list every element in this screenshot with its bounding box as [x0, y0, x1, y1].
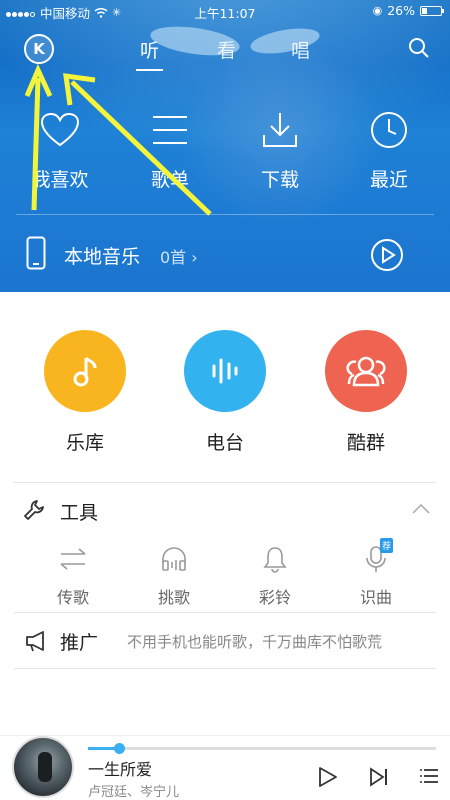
bell-icon — [263, 547, 287, 573]
kugou-logo-button[interactable]: K — [24, 34, 54, 64]
lock-rotation-icon: ◉ — [372, 4, 383, 17]
play-circle-icon[interactable] — [370, 238, 404, 272]
header-divider — [16, 214, 434, 215]
tab-listen[interactable]: 听 — [135, 36, 164, 71]
radio-wave-icon — [212, 358, 238, 384]
tool-ringtone[interactable]: 彩铃 — [235, 544, 315, 608]
heart-icon — [40, 112, 80, 147]
quick-label: 下载 — [260, 169, 299, 191]
tool-pick-songs[interactable]: 挑歌 — [134, 544, 214, 608]
top-nav: K 听 看 唱 — [0, 30, 450, 71]
mini-player[interactable]: 一生所爱 卢冠廷、岑宁儿 — [0, 735, 450, 800]
progress-handle[interactable] — [114, 743, 126, 754]
tools-title: 工具 — [60, 502, 99, 524]
promo-title: 推广 — [60, 632, 99, 654]
tool-label: 识曲 — [359, 588, 392, 607]
category-row: 乐库 电台 酷群 — [0, 330, 450, 460]
tool-transfer[interactable]: 传歌 — [33, 544, 113, 608]
section-divider — [14, 668, 436, 669]
phone-icon — [26, 236, 46, 270]
local-music-count: 0首 › — [160, 248, 198, 267]
search-icon[interactable] — [408, 37, 430, 59]
chevron-up-icon[interactable] — [412, 504, 430, 514]
next-track-icon[interactable] — [369, 766, 389, 788]
category-library[interactable]: 乐库 — [30, 330, 140, 455]
tool-label: 彩铃 — [258, 588, 291, 607]
quick-favorites[interactable]: 我喜欢 — [20, 105, 100, 192]
tab-sing[interactable]: 唱 — [291, 36, 310, 63]
section-divider — [14, 612, 436, 613]
tool-identify[interactable]: 荐 识曲 — [336, 538, 416, 608]
group-icon — [346, 356, 386, 387]
quick-downloads[interactable]: 下载 — [240, 105, 320, 192]
tools-header[interactable]: 工具 — [0, 494, 450, 530]
play-icon[interactable] — [318, 766, 338, 788]
tool-label: 传歌 — [56, 588, 89, 607]
quick-recent[interactable]: 最近 — [349, 105, 429, 192]
progress-bar[interactable] — [88, 743, 436, 754]
battery-percent: 26% — [387, 3, 415, 18]
headphones-icon — [162, 547, 186, 571]
tab-watch[interactable]: 看 — [217, 36, 236, 63]
category-radio[interactable]: 电台 — [170, 330, 280, 455]
list-icon — [153, 116, 187, 144]
clock-icon — [371, 112, 407, 148]
transfer-icon — [60, 548, 86, 570]
music-note-icon — [73, 356, 97, 387]
status-bar: 中国移动 ✳ 上午11:07 ◉ 26% — [0, 0, 450, 22]
header-banner: 中国移动 ✳ 上午11:07 ◉ 26% K 听 看 唱 我喜欢 歌单 下载 最… — [0, 0, 450, 292]
tool-label: 挑歌 — [157, 588, 190, 607]
category-label: 乐库 — [65, 432, 104, 454]
section-divider — [14, 482, 436, 483]
quick-label: 我喜欢 — [31, 169, 89, 191]
song-title: 一生所爱 — [88, 760, 153, 779]
promo-text: 不用手机也能听歌，千万曲库不怕歌荒 — [127, 633, 383, 651]
song-artist: 卢冠廷、岑宁儿 — [88, 785, 180, 800]
app-screen: 中国移动 ✳ 上午11:07 ◉ 26% K 听 看 唱 我喜欢 歌单 下载 最… — [0, 0, 450, 800]
category-label: 电台 — [205, 432, 244, 454]
wrench-icon — [24, 500, 44, 520]
quick-playlists[interactable]: 歌单 — [130, 105, 210, 192]
megaphone-icon — [26, 631, 44, 652]
playlist-menu-icon[interactable] — [420, 766, 438, 786]
quick-label: 最近 — [369, 169, 408, 191]
chevron-right-icon: › — [191, 248, 198, 267]
promo-row[interactable]: 推广 不用手机也能听歌，千万曲库不怕歌荒 — [0, 624, 450, 660]
battery-icon — [420, 5, 444, 16]
recommend-badge: 荐 — [380, 538, 394, 553]
album-cover[interactable] — [12, 736, 74, 798]
local-music-label: 本地音乐 — [64, 246, 141, 268]
category-groups[interactable]: 酷群 — [311, 330, 421, 455]
category-label: 酷群 — [346, 432, 385, 454]
download-icon — [263, 113, 297, 147]
quick-label: 歌单 — [150, 169, 189, 191]
local-music-row[interactable]: 本地音乐 0首 › — [0, 224, 450, 284]
